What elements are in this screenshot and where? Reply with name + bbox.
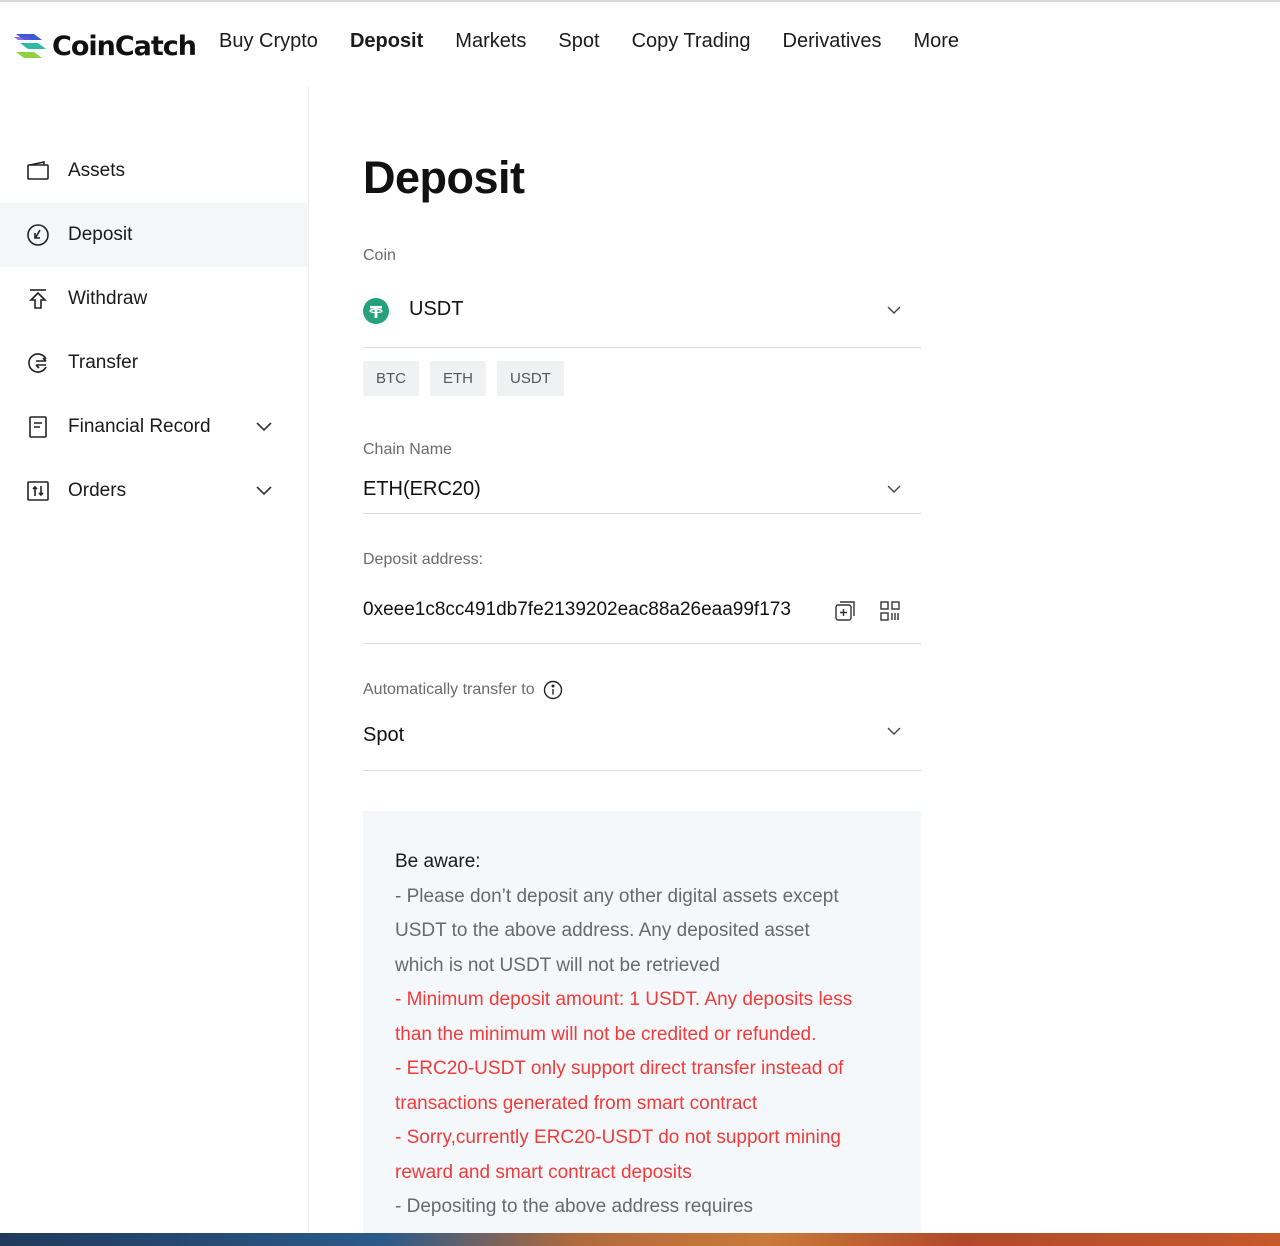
page-title: Deposit — [363, 152, 525, 203]
qr-code-icon[interactable] — [879, 600, 901, 622]
auto-transfer-value: Spot — [363, 724, 405, 746]
sidebar-item-label: Assets — [68, 160, 126, 181]
chip-eth[interactable]: ETH — [430, 361, 486, 396]
quick-coin-chips: BTC ETH USDT — [363, 361, 575, 396]
auto-transfer-label-row: Automatically transfer to — [363, 680, 563, 700]
chevron-down-icon[interactable] — [254, 416, 274, 436]
main-nav: Buy Crypto Deposit Markets Spot Copy Tra… — [219, 30, 991, 53]
brand-logo[interactable]: CoinCatch — [14, 29, 197, 63]
sidebar-item-label: Transfer — [68, 352, 139, 373]
nav-copy-trading[interactable]: Copy Trading — [632, 30, 751, 53]
deposit-icon — [27, 224, 49, 246]
deposit-notice: Be aware: - Please don’t deposit any oth… — [363, 811, 921, 1246]
sidebar-item-financial-record[interactable]: Financial Record — [0, 395, 308, 459]
notice-line-warning: - Sorry,currently ERC20-USDT do not supp… — [395, 1127, 841, 1148]
sidebar-item-label: Withdraw — [68, 288, 148, 309]
nav-buy-crypto[interactable]: Buy Crypto — [219, 30, 318, 53]
chain-select[interactable]: ETH(ERC20) — [363, 466, 921, 514]
sidebar-item-orders[interactable]: Orders — [0, 459, 308, 523]
sidebar-item-label: Deposit — [68, 224, 133, 245]
withdraw-icon — [29, 289, 47, 309]
notice-line-warning: transactions generated from smart contra… — [395, 1092, 758, 1114]
record-icon — [29, 416, 47, 438]
address-label: Deposit address: — [363, 551, 484, 568]
nav-more[interactable]: More — [913, 30, 959, 53]
auto-transfer-label: Automatically transfer to — [363, 681, 535, 699]
orders-icon — [27, 481, 49, 501]
chevron-down-icon[interactable] — [254, 480, 274, 500]
notice-line-warning: - ERC20-USDT only support direct transfe… — [395, 1058, 844, 1079]
nav-markets[interactable]: Markets — [455, 30, 526, 53]
notice-line: - Depositing to the above address requir… — [395, 1196, 754, 1217]
sidebar-item-deposit[interactable]: Deposit — [0, 203, 308, 267]
top-header: CoinCatch Buy Crypto Deposit Markets Spo… — [0, 2, 1280, 86]
address-field: 0xeee1c8cc491db7fe2139202eac88a26eaa99f1… — [363, 581, 921, 644]
coin-value: USDT — [409, 298, 464, 320]
chip-usdt[interactable]: USDT — [497, 361, 564, 396]
notice-heading: Be aware: — [395, 851, 481, 872]
notice-line-warning: - Minimum deposit amount: 1 USDT. Any de… — [395, 989, 853, 1010]
chevron-down-icon — [887, 306, 901, 314]
coincatch-logo-icon — [14, 34, 46, 58]
chain-value: ETH(ERC20) — [363, 478, 481, 500]
tether-icon — [363, 298, 389, 324]
sidebar: Assets Deposit Withdraw Transfer Financi… — [0, 86, 309, 1233]
chip-btc[interactable]: BTC — [363, 361, 419, 396]
coin-select[interactable]: USDT — [363, 276, 921, 348]
sidebar-item-assets[interactable]: Assets — [0, 139, 308, 203]
sidebar-item-withdraw[interactable]: Withdraw — [0, 267, 308, 331]
transfer-icon — [28, 353, 47, 373]
deposit-address-value: 0xeee1c8cc491db7fe2139202eac88a26eaa99f1… — [363, 599, 791, 620]
nav-deposit[interactable]: Deposit — [350, 30, 423, 53]
wallet-icon — [27, 161, 49, 180]
info-icon[interactable] — [543, 680, 563, 700]
nav-spot[interactable]: Spot — [558, 30, 599, 53]
copy-icon[interactable] — [834, 600, 856, 622]
sidebar-item-label: Financial Record — [68, 416, 211, 437]
notice-line: which is not USDT will not be retrieved — [395, 954, 720, 976]
notice-line: USDT to the above address. Any deposited… — [395, 920, 810, 941]
notice-line-warning: reward and smart contract deposits — [395, 1161, 692, 1183]
chain-label: Chain Name — [363, 441, 452, 458]
desktop-wallpaper-strip — [0, 1233, 1280, 1246]
sidebar-item-transfer[interactable]: Transfer — [0, 331, 308, 395]
auto-transfer-select[interactable]: Spot — [363, 711, 921, 771]
brand-name: CoinCatch — [52, 30, 197, 62]
notice-line: - Please don’t deposit any other digital… — [395, 885, 839, 907]
notice-line-warning: than the minimum will not be credited or… — [395, 1023, 817, 1045]
sidebar-item-label: Orders — [68, 480, 127, 501]
coin-label: Coin — [363, 247, 396, 264]
nav-derivatives[interactable]: Derivatives — [783, 30, 882, 53]
chevron-down-icon — [887, 485, 901, 493]
chevron-down-icon — [887, 727, 901, 735]
